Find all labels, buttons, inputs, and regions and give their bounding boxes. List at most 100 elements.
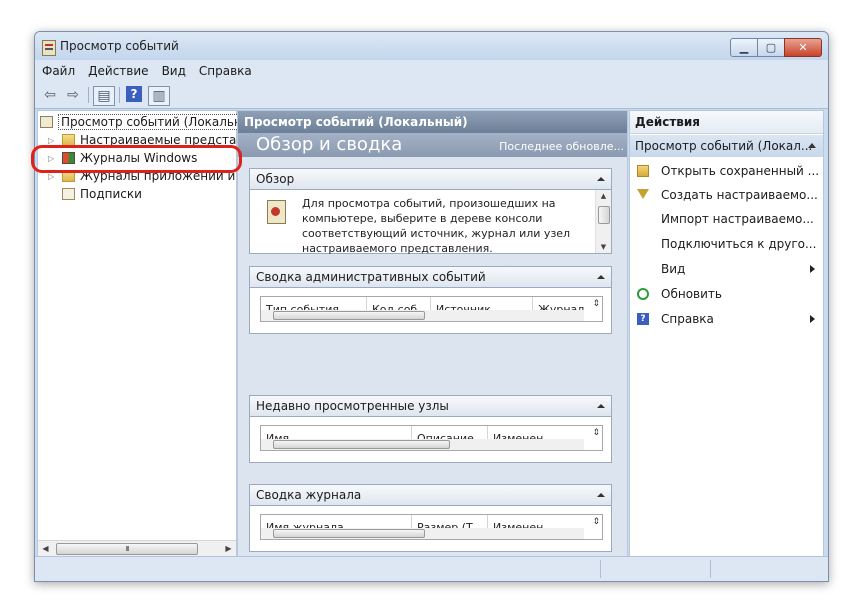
menu-action[interactable]: Действие — [88, 64, 148, 78]
action-label: Подключиться к друго... — [661, 237, 817, 251]
admin-summary-section-header[interactable]: Сводка административных событий — [249, 266, 612, 288]
scroll-down-arrow-icon[interactable]: ▼ — [596, 243, 611, 251]
scroll-left-arrow-icon[interactable]: ◀ — [38, 541, 53, 556]
menu-help[interactable]: Справка — [199, 64, 252, 78]
section-title: Сводка административных событий — [256, 270, 486, 284]
filter-icon — [637, 189, 649, 199]
overview-vertical-scrollbar[interactable]: ▲ ▼ — [595, 190, 611, 253]
actions-subheader-label: Просмотр событий (Локал... — [635, 139, 813, 153]
collapse-icon[interactable] — [597, 177, 605, 181]
action-import-custom-view[interactable]: Импорт настраиваемо... — [630, 208, 823, 230]
table-horizontal-scrollbar[interactable] — [261, 439, 584, 450]
scroll-right-arrow-icon[interactable]: ▶ — [221, 541, 236, 556]
log-summary-section-body: Имя журнала Размер (Т... Изменен ⇕ — [249, 506, 612, 552]
menu-file[interactable]: Файл — [42, 64, 75, 78]
action-label: Вид — [661, 262, 686, 276]
scroll-thumb[interactable] — [273, 440, 450, 449]
collapse-icon[interactable] — [808, 143, 816, 148]
log-summary-table: Имя журнала Размер (Т... Изменен ⇕ — [260, 514, 603, 540]
menu-view[interactable]: Вид — [162, 64, 186, 78]
refresh-icon — [637, 288, 649, 300]
recent-nodes-section-header[interactable]: Недавно просмотренные узлы — [249, 395, 612, 417]
action-help[interactable]: ? Справка — [630, 308, 823, 330]
table-vertical-scroll-icon[interactable]: ⇕ — [592, 428, 600, 438]
collapse-icon[interactable] — [597, 493, 605, 497]
maximize-button[interactable]: ▢ — [757, 38, 785, 57]
open-folder-icon — [637, 165, 649, 177]
action-label: Обновить — [661, 287, 722, 301]
tree-item-label: Подписки — [80, 187, 142, 201]
table-horizontal-scrollbar[interactable] — [261, 310, 584, 321]
event-viewer-app-icon — [42, 40, 56, 56]
table-horizontal-scrollbar[interactable] — [261, 528, 584, 539]
event-viewer-window: Просмотр событий ▁ ▢ ✕ Файл Действие Вид… — [34, 31, 829, 582]
overview-section-header[interactable]: Обзор — [249, 168, 612, 190]
actions-pane: Действия Просмотр событий (Локал... Откр… — [629, 110, 824, 557]
scroll-thumb[interactable] — [598, 206, 610, 224]
action-connect-to-computer[interactable]: Подключиться к друго... — [630, 233, 823, 255]
section-title: Недавно просмотренные узлы — [256, 399, 449, 413]
console-tree-pane: Просмотр событий (Локальный) ▷ Настраива… — [37, 110, 281, 557]
log-summary-section-header[interactable]: Сводка журнала — [249, 484, 612, 506]
action-view[interactable]: Вид — [630, 258, 823, 280]
tree-root[interactable]: Просмотр событий (Локальный) — [40, 113, 267, 131]
scroll-thumb[interactable] — [273, 311, 425, 320]
forward-arrow-icon[interactable]: ⇨ — [64, 86, 82, 104]
overview-section-body: Для просмотра событий, произошедших на к… — [249, 190, 612, 255]
collapse-icon[interactable] — [597, 404, 605, 408]
submenu-arrow-icon — [810, 265, 815, 273]
action-label: Импорт настраиваемо... — [661, 212, 814, 226]
tree-horizontal-scrollbar[interactable]: ◀ III ▶ — [38, 540, 236, 556]
expand-arrow-icon[interactable]: ▷ — [48, 136, 58, 145]
section-title: Сводка журнала — [256, 488, 362, 502]
scroll-thumb[interactable]: III — [56, 543, 198, 555]
action-create-custom-view[interactable]: Создать настраиваемо... — [630, 184, 823, 206]
section-title: Обзор — [256, 172, 295, 186]
subscriptions-icon — [62, 188, 75, 200]
center-pane-header: Просмотр событий (Локальный) — [238, 111, 627, 133]
admin-summary-table: Тип события Код соб... Источник Журнал ⇕ — [260, 296, 603, 322]
toolbar-separator — [88, 87, 89, 103]
window-title: Просмотр событий — [60, 39, 179, 53]
recent-nodes-table: Имя Описание Изменен ⇕ — [260, 425, 603, 451]
overview-band: Обзор и сводка Последнее обновле... — [238, 133, 627, 157]
tree-item-subscriptions[interactable]: Подписки — [62, 185, 142, 203]
minimize-button[interactable]: ▁ — [730, 38, 758, 57]
back-arrow-icon[interactable]: ⇦ — [41, 86, 59, 104]
menu-bar: Файл Действие Вид Справка — [35, 60, 828, 82]
status-divider — [710, 560, 711, 578]
status-bar — [35, 556, 828, 581]
overview-summary-area: Обзор и сводка Последнее обновле... Обзо… — [238, 133, 627, 556]
actions-header: Действия — [630, 111, 823, 134]
actions-subheader[interactable]: Просмотр событий (Локал... — [630, 135, 823, 157]
center-pane: Просмотр событий (Локальный) Обзор и сво… — [237, 110, 628, 557]
overview-description: Для просмотра событий, произошедших на к… — [302, 197, 571, 255]
close-button[interactable]: ✕ — [784, 38, 822, 57]
table-vertical-scroll-icon[interactable]: ⇕ — [592, 299, 600, 309]
toolbar: ⇦ ⇨ ▤ ? ▥ — [35, 82, 828, 109]
event-viewer-icon — [40, 116, 53, 128]
scroll-up-arrow-icon[interactable]: ▲ — [596, 192, 611, 200]
help-icon[interactable]: ? — [126, 86, 142, 102]
show-hide-action-pane-icon[interactable]: ▥ — [148, 86, 170, 106]
action-open-saved-log[interactable]: Открыть сохраненный ... — [630, 160, 823, 182]
action-label: Справка — [661, 312, 714, 326]
submenu-arrow-icon — [810, 315, 815, 323]
last-updated-label: Последнее обновле... — [499, 140, 624, 153]
overview-title: Обзор и сводка — [256, 134, 403, 155]
admin-summary-section-body: Тип события Код соб... Источник Журнал ⇕ — [249, 288, 612, 334]
scroll-thumb[interactable] — [273, 529, 425, 538]
help-icon: ? — [637, 313, 649, 325]
table-vertical-scroll-icon[interactable]: ⇕ — [592, 517, 600, 527]
highlight-ring — [31, 145, 242, 173]
tree-root-label: Просмотр событий (Локальный) — [58, 114, 267, 130]
recent-nodes-section-body: Имя Описание Изменен ⇕ — [249, 417, 612, 463]
action-refresh[interactable]: Обновить — [630, 283, 823, 305]
status-divider — [600, 560, 601, 578]
collapse-icon[interactable] — [597, 275, 605, 279]
action-label: Создать настраиваемо... — [661, 188, 818, 202]
show-hide-console-tree-icon[interactable]: ▤ — [93, 86, 115, 106]
title-bar: Просмотр событий ▁ ▢ ✕ — [35, 32, 828, 60]
action-label: Открыть сохраненный ... — [661, 164, 820, 178]
window-controls: ▁ ▢ ✕ — [730, 38, 822, 57]
